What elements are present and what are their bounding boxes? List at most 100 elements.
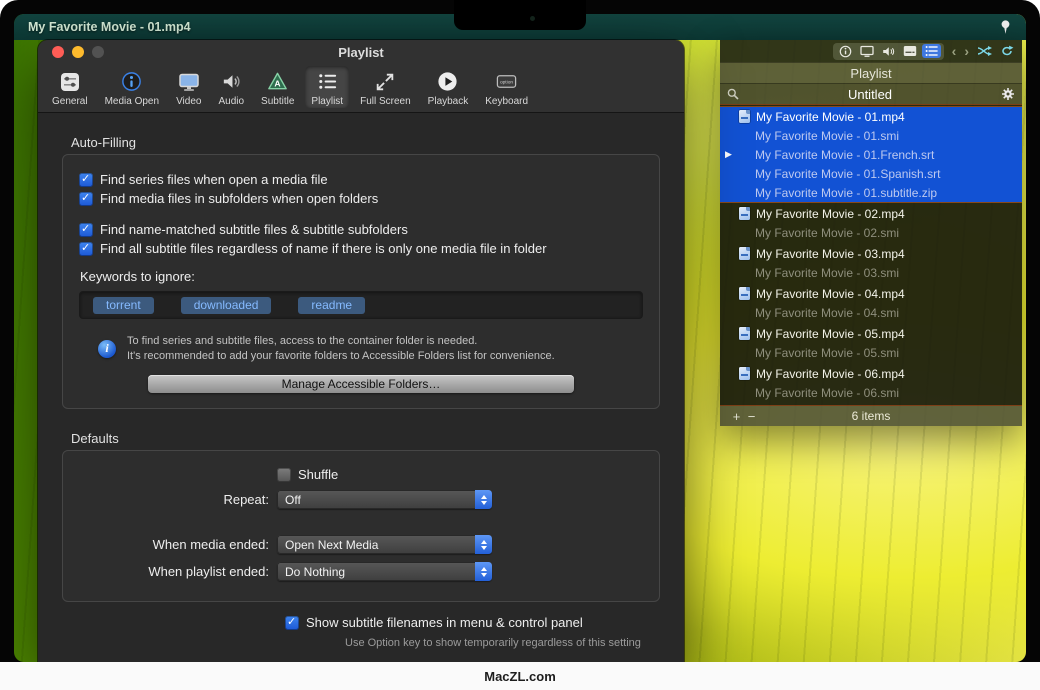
list-item[interactable]: My Favorite Movie - 04.mp4 [720,284,1022,303]
list-item[interactable]: My Favorite Movie - 02.smi [720,223,1022,242]
list-item[interactable]: My Favorite Movie - 01.mp4 [720,107,1022,126]
list-item[interactable]: ▶My Favorite Movie - 01.French.srt [720,145,1022,164]
shuffle-icon[interactable] [977,45,992,57]
next-icon[interactable]: › [964,44,969,58]
info-icon[interactable] [839,45,852,58]
list-item[interactable]: My Favorite Movie - 06.smi [720,383,1022,402]
item-label: My Favorite Movie - 03.mp4 [756,247,905,261]
item-label: My Favorite Movie - 05.mp4 [756,327,905,341]
section-title-auto-filling: Auto-Filling [71,135,660,150]
previous-icon[interactable]: ‹ [952,44,957,58]
checkbox-checked-icon[interactable] [79,223,93,237]
window-title: Playlist [38,45,684,60]
manage-accessible-folders-button[interactable]: Manage Accessible Folders… [148,375,574,393]
item-label: My Favorite Movie - 02.smi [755,226,899,240]
toolbar-tab-playlist[interactable]: Playlist [305,66,349,108]
checkbox-checked-icon[interactable] [79,173,93,187]
list-item[interactable]: My Favorite Movie - 05.mp4 [720,324,1022,343]
checkbox-checked-icon[interactable] [79,192,93,206]
playlist-list-icon[interactable] [922,44,941,58]
pin-icon[interactable] [999,19,1012,35]
toolbar-label: Video [176,96,201,107]
playlist-group: My Favorite Movie - 05.mp4 My Favorite M… [720,324,1022,362]
show-subtitle-filenames-row[interactable]: Show subtitle filenames in menu & contro… [285,615,660,630]
toolbar-label: Audio [218,96,244,107]
playlist-group: My Favorite Movie - 06.mp4 My Favorite M… [720,364,1022,402]
list-item[interactable]: My Favorite Movie - 03.mp4 [720,244,1022,263]
list-item[interactable]: My Favorite Movie - 01.Spanish.srt [720,164,1022,183]
keyword-tag[interactable]: downloaded [181,297,272,314]
list-item[interactable]: My Favorite Movie - 01.smi [720,126,1022,145]
keyword-tag[interactable]: torrent [93,297,154,314]
auto-filling-groupbox: Find series files when open a media file… [62,154,660,409]
display-icon[interactable] [860,45,874,58]
toolbar-tab-video[interactable]: Video [170,66,207,108]
dropdown-stepper-icon [475,535,492,554]
media-ended-dropdown[interactable]: Open Next Media [277,535,492,554]
speaker-icon[interactable] [882,45,895,58]
svg-text:A: A [275,78,281,88]
repeat-icon[interactable] [1000,45,1014,57]
list-item[interactable]: My Favorite Movie - 01.subtitle.zip [720,183,1022,202]
preferences-window: Playlist General Media Open Video Audi [38,40,684,662]
keywords-label: Keywords to ignore: [80,269,643,284]
toolbar-tab-keyboard[interactable]: option Keyboard [479,66,534,108]
item-label: My Favorite Movie - 04.mp4 [756,287,905,301]
playlist-group: My Favorite Movie - 02.mp4 My Favorite M… [720,204,1022,242]
panel-search-row[interactable]: Untitled [720,83,1022,104]
checkbox-checked-icon[interactable] [79,242,93,256]
toolbar-tab-subtitle[interactable]: A Subtitle [255,66,300,108]
toolbar-tab-media-open[interactable]: Media Open [99,66,165,108]
branding-text: MacZL.com [484,669,556,684]
add-button[interactable]: + [729,409,744,424]
list-item[interactable]: My Favorite Movie - 02.mp4 [720,204,1022,223]
close-button[interactable] [52,46,64,58]
toolbar-tab-general[interactable]: General [46,66,94,108]
item-label: My Favorite Movie - 01.smi [755,129,899,143]
checkbox-row-name-matched-subtitles[interactable]: Find name-matched subtitle files & subti… [79,222,643,237]
list-item[interactable]: My Favorite Movie - 04.smi [720,303,1022,322]
checkbox-unchecked-icon[interactable] [277,468,291,482]
toolbar-tab-audio[interactable]: Audio [212,66,250,108]
repeat-dropdown[interactable]: Off [277,490,492,509]
playlist-group: My Favorite Movie - 03.mp4 My Favorite M… [720,244,1022,282]
notch [454,0,586,30]
playlist-ended-dropdown[interactable]: Do Nothing [277,562,492,581]
item-label: My Favorite Movie - 02.mp4 [756,207,905,221]
panel-title: Playlist [720,62,1022,83]
repeat-label: Repeat: [79,492,277,507]
list-item[interactable]: My Favorite Movie - 03.smi [720,263,1022,282]
video-icon [177,68,201,95]
preferences-content: Auto-Filling Find series files when open… [38,135,684,649]
list-item[interactable]: My Favorite Movie - 05.smi [720,343,1022,362]
defaults-groupbox: Shuffle Repeat: Off When media ended: [62,450,660,602]
playing-indicator-icon: ▶ [725,149,732,160]
list-item[interactable]: My Favorite Movie - 06.mp4 [720,364,1022,383]
info-line2: It's recommended to add your favorite fo… [127,349,555,364]
toolbar-tab-playback[interactable]: Playback [422,66,475,108]
keyword-tag[interactable]: readme [298,297,365,314]
zoom-button[interactable] [92,46,104,58]
minimize-button[interactable] [72,46,84,58]
panel-icon-group [833,43,944,60]
window-titlebar[interactable]: Playlist [38,40,684,64]
playlist-name[interactable]: Untitled [739,87,1001,102]
checkbox-row-find-media-subfolders[interactable]: Find media files in subfolders when open… [79,191,643,206]
toolbar-label: General [52,96,88,107]
checkbox-row-all-subtitles[interactable]: Find all subtitle files regardless of na… [79,241,643,256]
info-icon [98,340,116,358]
preferences-toolbar: General Media Open Video Audio A Subtitl… [38,64,684,113]
remove-button[interactable]: − [744,409,759,424]
playback-icon [436,68,459,95]
subtitle-panel-icon[interactable] [903,45,917,57]
media-ended-row: When media ended: Open Next Media [79,535,643,554]
checkbox-checked-icon[interactable] [285,616,299,630]
playlist-group: My Favorite Movie - 04.mp4 My Favorite M… [720,284,1022,322]
checkbox-row-find-series[interactable]: Find series files when open a media file [79,172,643,187]
menubar-window-title: My Favorite Movie - 01.mp4 [28,20,191,34]
toolbar-tab-full-screen[interactable]: Full Screen [354,66,417,108]
gear-icon[interactable] [1001,87,1015,101]
desktop-wallpaper: My Favorite Movie - 01.mp4 Playlist Gene… [14,14,1026,662]
file-icon [739,247,750,260]
shuffle-checkbox-row[interactable]: Shuffle [277,467,338,482]
